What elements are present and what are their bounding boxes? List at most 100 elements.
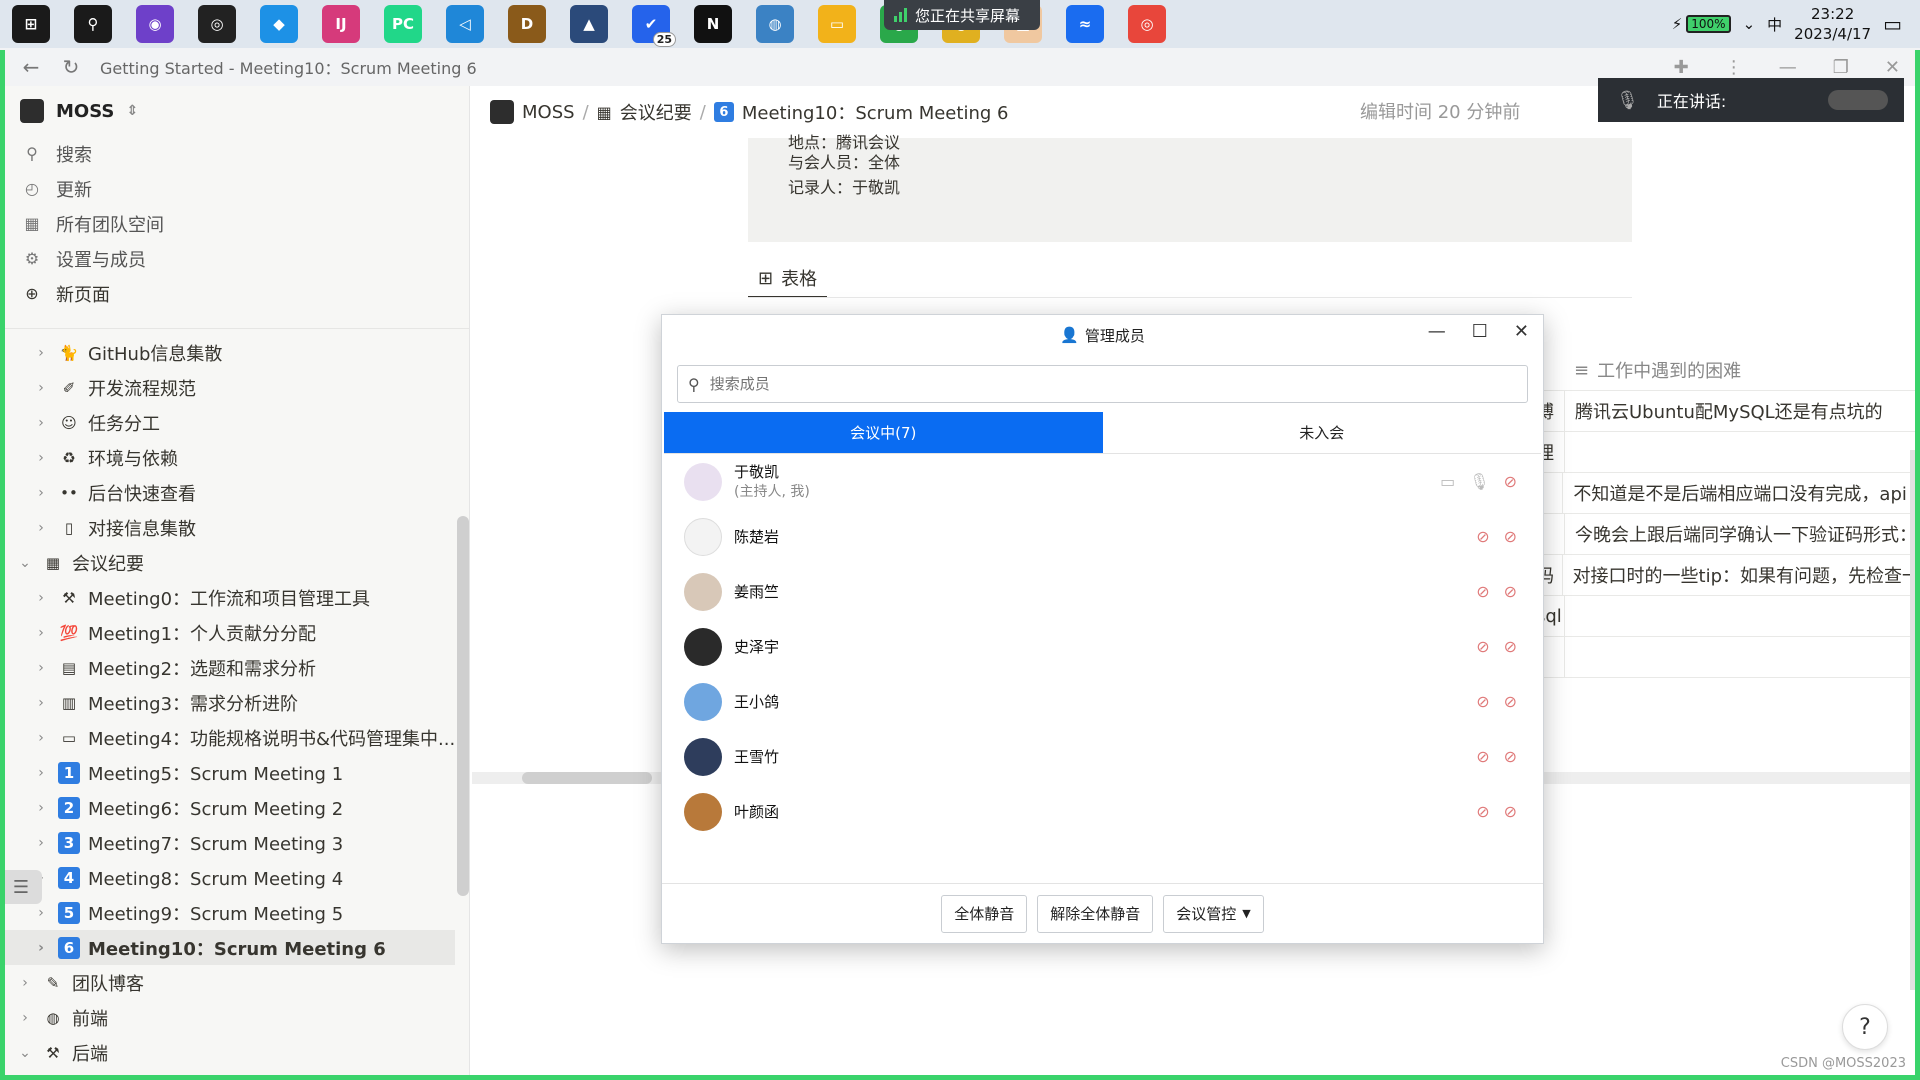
battery-indicator[interactable]: ⚡ 100% (1672, 15, 1731, 33)
meeting-control-button[interactable]: 会议管控 ▼ (1163, 894, 1264, 933)
mute-all-button[interactable]: 全体静音 (941, 894, 1028, 933)
table-row[interactable]: 不知道是不是后端相应端口没有完成，api r (1536, 473, 1920, 514)
chevron-right-icon[interactable]: › (32, 345, 50, 361)
mic-off-icon[interactable]: ⊘ (1476, 692, 1489, 711)
sidebar-tree-item[interactable]: › 5 Meeting9：Scrum Meeting 5 (0, 895, 469, 930)
notion-icon[interactable]: N (694, 5, 732, 43)
chevron-right-icon[interactable]: › (16, 975, 34, 991)
github-icon[interactable]: ◎ (198, 5, 236, 43)
mic-off-icon[interactable]: ⊘ (1476, 582, 1489, 601)
mic-off-icon[interactable]: ⊘ (1476, 527, 1489, 546)
scrollbar-thumb[interactable] (522, 772, 652, 784)
table-row[interactable]: 今晚会上跟后端同学确认一下验证码形式： (1536, 514, 1920, 555)
sidebar-tree-item[interactable]: › 💯 Meeting1：个人贡献分分配 (0, 615, 469, 650)
member-row[interactable]: 王小鸽 ⊘ ⊘ (662, 674, 1543, 729)
chevron-right-icon[interactable]: › (32, 765, 50, 781)
chevron-down-icon[interactable]: ⌄ (16, 1045, 34, 1061)
sidebar-tree-item[interactable]: › ▥ Meeting3：需求分析进阶 (0, 685, 469, 720)
camera-off-icon[interactable]: ⊘ (1504, 582, 1517, 601)
breadcrumb-section[interactable]: 会议纪要 (620, 99, 692, 125)
camera-off-icon[interactable]: ⊘ (1504, 692, 1517, 711)
snail-icon[interactable]: ◎ (1128, 5, 1166, 43)
sidebar-tree-item[interactable]: › ♻ 环境与依赖 (0, 440, 469, 475)
camera-off-icon[interactable]: ⊘ (1504, 747, 1517, 766)
table-cell[interactable]: 不知道是不是后端相应端口没有完成，api r (1562, 473, 1920, 513)
more-menu-icon[interactable]: ⋮ (1725, 57, 1743, 78)
sidebar-tree-item[interactable]: › 🐈 GitHub信息集散 (0, 335, 469, 370)
ime-indicator[interactable]: 中 (1767, 14, 1782, 35)
reload-icon[interactable]: ↻ (56, 55, 86, 79)
dosbox-icon[interactable]: D (508, 5, 546, 43)
sidebar-tree-item[interactable]: › ▤ Meeting2：选题和需求分析 (0, 650, 469, 685)
sidebar-tree-item[interactable]: ⌄ ⚒ 后端 (0, 1035, 469, 1070)
tab-in-meeting[interactable]: 会议中(7) (664, 412, 1103, 453)
screen-share-banner[interactable]: 您正在共享屏幕 (884, 0, 1040, 30)
member-row[interactable]: 姜雨竺 ⊘ ⊘ (662, 564, 1543, 619)
system-clock[interactable]: 23:22 2023/4/17 (1794, 4, 1871, 44)
help-button[interactable]: ? (1842, 1004, 1888, 1050)
chevron-right-icon[interactable]: › (32, 590, 50, 606)
member-row[interactable]: 陈楚岩 ⊘ ⊘ (662, 509, 1543, 564)
vscode-icon[interactable]: ◁ (446, 5, 484, 43)
back-arrow-icon[interactable]: ← (16, 55, 46, 79)
chevron-right-icon[interactable]: › (32, 625, 50, 641)
sidebar-action-3[interactable]: ⚙ 设置与成员 (0, 241, 469, 276)
sidebar-tree-item[interactable]: › ✎ 团队博客 (0, 965, 469, 1000)
member-search[interactable]: ⚲ (677, 365, 1528, 403)
sidebar-tree-item[interactable]: ⌄ ▦ 会议纪要 (0, 545, 469, 580)
extension-icon[interactable]: ✚ (1674, 57, 1689, 78)
table-row[interactable] (1536, 637, 1920, 678)
network-icon[interactable]: ◍ (756, 5, 794, 43)
close-icon[interactable]: ✕ (1514, 321, 1529, 342)
sidebar-action-4[interactable]: ⊕ 新页面 (0, 276, 469, 311)
sidebar-action-0[interactable]: ⚲ 搜索 (0, 136, 469, 171)
sidebar-tree-item[interactable]: › 3 Meeting7：Scrum Meeting 3 (0, 825, 469, 860)
mic-off-icon[interactable]: ⊘ (1476, 802, 1489, 821)
pycharm-icon[interactable]: PC (384, 5, 422, 43)
sidebar-scrollbar[interactable] (457, 516, 469, 896)
sidebar-tree-item[interactable]: › ▯ 对接信息集散 (0, 510, 469, 545)
chevron-right-icon[interactable]: › (32, 835, 50, 851)
chevron-right-icon[interactable]: › (32, 380, 50, 396)
table-cell[interactable] (1564, 637, 1575, 677)
chevron-down-icon[interactable]: ⌄ (1743, 15, 1756, 33)
member-row[interactable]: 王雪竹 ⊘ ⊘ (662, 729, 1543, 784)
sidebar-tree-item[interactable]: › 1 Meeting5：Scrum Meeting 1 (0, 755, 469, 790)
sidebar-tree-item[interactable]: › 6 Meeting10：Scrum Meeting 6 (0, 930, 455, 965)
minimize-icon[interactable]: — (1779, 57, 1797, 78)
screen-share-icon[interactable]: ▭ (1440, 472, 1455, 491)
unmute-all-button[interactable]: 解除全体静音 (1037, 894, 1154, 933)
intellij-icon[interactable]: IJ (322, 5, 360, 43)
table-row[interactable]: 搏腾讯云Ubuntu配MySQL还是有点坑的 (1536, 391, 1920, 432)
mic-off-icon[interactable]: ⊘ (1476, 747, 1489, 766)
sidebar-tree-item[interactable]: › ◍ 前端 (0, 1000, 469, 1035)
github-desktop-icon[interactable]: ◉ (136, 5, 174, 43)
member-row[interactable]: 叶颜函 ⊘ ⊘ (662, 784, 1543, 839)
chevron-right-icon[interactable]: › (32, 940, 50, 956)
chevron-down-icon[interactable]: ⌄ (16, 555, 34, 571)
member-row[interactable]: 于敬凯 (主持人, 我) ▭ 🎙 ⊘ (662, 454, 1543, 509)
sidebar-tree-item[interactable]: › ▭ Meeting4：功能规格说明书&代码管理集中... (0, 720, 469, 755)
view-tab-table[interactable]: ⊞ 表格 (748, 260, 828, 298)
breadcrumb-page[interactable]: Meeting10：Scrum Meeting 6 (742, 99, 1009, 125)
member-row[interactable]: 史泽宇 ⊘ ⊘ (662, 619, 1543, 674)
chevron-right-icon[interactable]: › (32, 415, 50, 431)
sidebar-tree-item[interactable]: › ⚒ Meeting0：工作流和项目管理工具 (0, 580, 469, 615)
header-cell[interactable]: ≡ 工作中遇到的困难 (1564, 350, 1741, 390)
table-cell[interactable] (1564, 432, 1575, 472)
chevron-right-icon[interactable]: › (32, 905, 50, 921)
todo-icon[interactable]: ✔ 25 (632, 5, 676, 47)
maximize-icon[interactable]: ☐ (1472, 321, 1488, 342)
chevron-right-icon[interactable]: › (32, 695, 50, 711)
camera-off-icon[interactable]: ⊘ (1504, 802, 1517, 821)
sidebar-tree-item[interactable]: › 2 Meeting6：Scrum Meeting 2 (0, 790, 469, 825)
table-cell[interactable] (1564, 596, 1575, 636)
chevron-right-icon[interactable]: › (32, 660, 50, 676)
breadcrumb-workspace[interactable]: MOSS (522, 102, 575, 123)
mic-off-icon[interactable]: ⊘ (1476, 637, 1489, 656)
chevron-right-icon[interactable]: › (32, 450, 50, 466)
sidebar-tree-item[interactable]: ›4Meeting8：Scrum Meeting 4 (0, 860, 469, 895)
sidebar-action-1[interactable]: ◴ 更新 (0, 171, 469, 206)
sidebar-action-2[interactable]: ▦ 所有团队空间 (0, 206, 469, 241)
camera-off-icon[interactable]: ⊘ (1504, 527, 1517, 546)
